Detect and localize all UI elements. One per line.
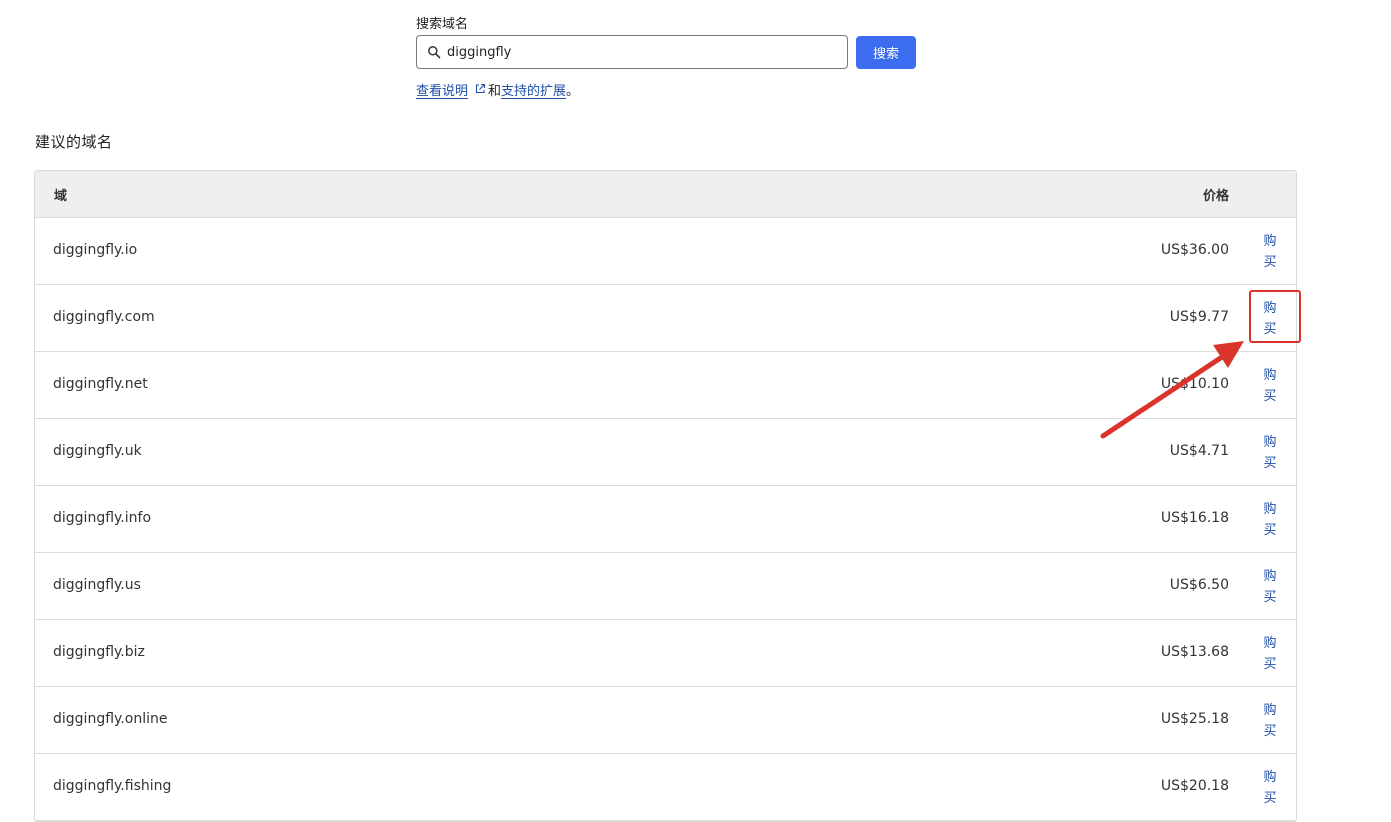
search-label: 搜索域名 xyxy=(416,17,469,32)
external-link-icon xyxy=(474,83,486,95)
extensions-link[interactable]: 支持的扩展 xyxy=(501,80,566,99)
table-row: diggingfly.io US$36.00 购买 xyxy=(35,218,1296,285)
column-header-domain: 域 xyxy=(54,188,68,204)
buy-link[interactable]: 购买 xyxy=(1261,365,1279,407)
buy-link[interactable]: 购买 xyxy=(1261,499,1279,541)
table-row: diggingfly.us US$6.50 购买 xyxy=(35,553,1296,620)
buy-link[interactable]: 购买 xyxy=(1261,767,1279,809)
domain-price: US$36.00 xyxy=(1160,242,1229,258)
annotation-highlight-box xyxy=(1249,290,1301,343)
domain-name: diggingfly.us xyxy=(53,577,141,593)
domain-price: US$20.18 xyxy=(1160,778,1229,794)
suggested-domains-table: 域 价格 diggingfly.io US$36.00 购买 diggingfl… xyxy=(34,170,1297,822)
buy-link[interactable]: 购买 xyxy=(1261,700,1279,742)
table-row: diggingfly.fishing US$20.18 购买 xyxy=(35,754,1296,821)
buy-link[interactable]: 购买 xyxy=(1261,231,1279,273)
domain-name: diggingfly.uk xyxy=(53,443,142,459)
search-button[interactable]: 搜索 xyxy=(856,35,916,69)
domain-price: US$10.10 xyxy=(1160,376,1229,392)
help-line: 查看说明 和 支持的扩展 。 xyxy=(416,79,916,99)
search-row: 搜索 xyxy=(416,35,916,69)
search-input[interactable] xyxy=(447,44,827,60)
domain-price: US$13.68 xyxy=(1160,644,1229,660)
domain-name: diggingfly.net xyxy=(53,376,148,392)
table-row: diggingfly.info US$16.18 购买 xyxy=(35,486,1296,553)
help-suffix: 。 xyxy=(566,83,580,99)
domain-price: US$9.77 xyxy=(1169,309,1229,325)
buy-link[interactable]: 购买 xyxy=(1261,432,1279,474)
table-row: diggingfly.net US$10.10 购买 xyxy=(35,352,1296,419)
section-title: 建议的域名 xyxy=(35,133,113,151)
help-joiner: 和 xyxy=(488,83,502,99)
table-row: diggingfly.uk US$4.71 购买 xyxy=(35,419,1296,486)
domain-price: US$16.18 xyxy=(1160,510,1229,526)
buy-link[interactable]: 购买 xyxy=(1261,633,1279,675)
table-row: diggingfly.com US$9.77 购买 xyxy=(35,285,1296,352)
docs-link[interactable]: 查看说明 xyxy=(416,80,468,99)
domain-name: diggingfly.online xyxy=(53,711,168,727)
domain-name: diggingfly.io xyxy=(53,242,138,258)
buy-link[interactable]: 购买 xyxy=(1261,566,1279,608)
column-header-price: 价格 xyxy=(1202,188,1229,204)
search-icon xyxy=(427,45,441,59)
domain-name: diggingfly.biz xyxy=(53,644,145,660)
domain-name: diggingfly.info xyxy=(53,510,152,526)
table-row: diggingfly.biz US$13.68 购买 xyxy=(35,620,1296,687)
domain-name: diggingfly.com xyxy=(53,309,155,325)
table-row: diggingfly.online US$25.18 购买 xyxy=(35,687,1296,754)
search-input-box[interactable] xyxy=(416,35,848,69)
domain-search: 搜索域名 搜索 查看说明 和 支持的扩展 。 xyxy=(416,16,916,99)
domain-price: US$4.71 xyxy=(1169,443,1229,459)
domain-price: US$6.50 xyxy=(1169,577,1229,593)
table-header: 域 价格 xyxy=(35,171,1296,218)
domain-price: US$25.18 xyxy=(1160,711,1229,727)
domain-name: diggingfly.fishing xyxy=(53,778,172,794)
